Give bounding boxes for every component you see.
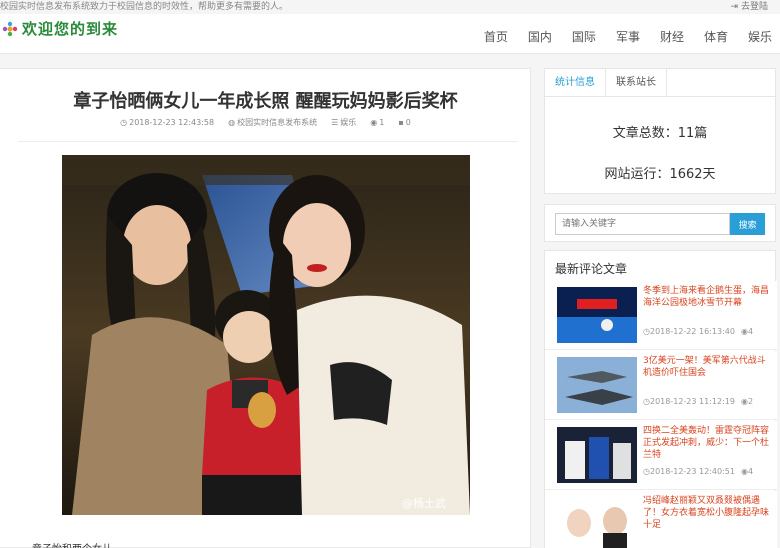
post-date-text: 2018-12-23 11:12:19 — [649, 397, 735, 406]
stats-card: 统计信息 联系站长 文章总数：11篇 网站运行：1662天 — [544, 68, 776, 194]
nav-item-entertainment[interactable]: 娱乐 — [748, 28, 772, 45]
article-views-text: 1 — [379, 118, 385, 127]
meta-divider — [18, 141, 518, 142]
post-date: ◷2018-12-22 16:13:40 — [643, 327, 735, 336]
article-category[interactable]: ☰ 娱乐 — [331, 117, 356, 128]
post-thumbnail[interactable] — [557, 497, 637, 548]
post-views-text: 4 — [747, 467, 754, 476]
list-item[interactable]: 冬季到上海来看企鹅生蛋，海昌海洋公园极地冰雪节开幕 ◷2018-12-22 16… — [545, 281, 777, 350]
search-form: 搜索 — [545, 205, 775, 243]
total-articles: 文章总数：11篇 — [612, 126, 708, 141]
article-source-text: 校园实时信息发布系统 — [237, 118, 318, 127]
post-views: ◉4 — [740, 327, 754, 336]
post-title[interactable]: 冯绍峰赵丽颖又双叒叕被偶遇了！女方衣着宽松小腹隆起孕味十足 — [643, 495, 771, 531]
login-link[interactable]: ⇥ 去登陆 — [730, 0, 768, 14]
list-item[interactable]: 3亿美元一架！美军第六代战斗机造价吓住国会 ◷2018-12-23 11:12:… — [545, 351, 777, 420]
logo-text: 欢迎您的到来 — [22, 20, 119, 38]
article-views: ◉ 1 — [370, 117, 384, 128]
top-bar: 校园实时信息发布系统致力于校园信息的时效性，帮助更多有需要的人。 ⇥ 去登陆 — [0, 0, 780, 14]
header: 欢迎您的到来 首页 国内 国际 军事 财经 体育 娱乐 — [0, 14, 780, 54]
article-source[interactable]: ◍ 校园实时信息发布系统 — [228, 117, 317, 128]
list-item[interactable]: 四换二全美轰动！雷霆夺冠阵容正式发起冲刺，威少：下一个杜兰特 ◷2018-12-… — [545, 421, 777, 490]
tab-contact[interactable]: 联系站长 — [606, 69, 667, 96]
stats-tabs: 统计信息 联系站长 — [545, 69, 775, 97]
post-date-text: 2018-12-22 16:13:40 — [649, 327, 735, 336]
post-date: ◷2018-12-23 11:12:19 — [643, 397, 735, 406]
post-thumbnail[interactable] — [557, 357, 637, 413]
post-views: ◉2 — [740, 397, 754, 406]
nav-item-home[interactable]: 首页 — [484, 28, 508, 45]
article-comments-text: 0 — [405, 118, 411, 127]
post-thumbnail[interactable] — [557, 427, 637, 483]
article-title: 章子怡晒俩女儿一年成长照 醒醒玩妈妈影后奖杯 — [73, 91, 458, 112]
nav-item-domestic[interactable]: 国内 — [528, 28, 552, 45]
article-category-text: 娱乐 — [340, 118, 357, 127]
eye-icon: ◉ — [370, 118, 378, 127]
globe-icon: ◍ — [228, 118, 236, 127]
photo-watermark: @杨士武 — [402, 496, 446, 510]
post-views: ◉4 — [740, 467, 754, 476]
site-logo[interactable]: 欢迎您的到来 — [2, 18, 118, 39]
site-uptime: 网站运行：1662天 — [604, 167, 716, 182]
flower-logo-icon — [2, 21, 18, 36]
nav-item-military[interactable]: 军事 — [616, 28, 640, 45]
article-caption: 章子怡和两个女儿 — [32, 540, 112, 548]
post-title[interactable]: 四换二全美轰动！雷霆夺冠阵容正式发起冲刺，威少：下一个杜兰特 — [643, 425, 771, 461]
post-meta: ◷2018-12-23 11:12:19 ◉2 — [643, 397, 753, 406]
post-views-text: 4 — [747, 327, 754, 336]
tab-stats[interactable]: 统计信息 — [545, 69, 606, 96]
main-nav: 首页 国内 国际 军事 财经 体育 娱乐 — [464, 28, 772, 45]
article-comments[interactable]: ▪ 0 — [398, 117, 411, 128]
nav-item-finance[interactable]: 财经 — [660, 28, 684, 45]
search-card: 搜索 — [544, 204, 776, 242]
article-panel: 章子怡晒俩女儿一年成长照 醒醒玩妈妈影后奖杯 ◷ 2018-12-23 12:43… — [0, 68, 531, 548]
post-title[interactable]: 冬季到上海来看企鹅生蛋，海昌海洋公园极地冰雪节开幕 — [643, 285, 771, 309]
nav-item-sports[interactable]: 体育 — [704, 28, 728, 45]
login-label: 去登陆 — [740, 2, 768, 12]
list-item[interactable]: 冯绍峰赵丽颖又双叒叕被偶遇了！女方衣着宽松小腹隆起孕味十足 — [545, 491, 777, 548]
post-meta: ◷2018-12-22 16:13:40 ◉4 — [643, 327, 753, 336]
post-meta: ◷2018-12-23 12:40:51 ◉4 — [643, 467, 753, 476]
nav-item-international[interactable]: 国际 — [572, 28, 596, 45]
search-input[interactable] — [555, 213, 731, 235]
search-button[interactable]: 搜索 — [730, 213, 765, 235]
post-views-text: 2 — [747, 397, 754, 406]
post-date-text: 2018-12-23 12:40:51 — [649, 467, 735, 476]
clock-icon: ◷ — [120, 118, 128, 127]
article-date: ◷ 2018-12-23 12:43:58 — [120, 117, 214, 128]
comment-icon: ▪ — [398, 118, 404, 127]
list-icon: ☰ — [331, 118, 339, 127]
post-title[interactable]: 3亿美元一架！美军第六代战斗机造价吓住国会 — [643, 355, 771, 379]
site-slogan: 校园实时信息发布系统致力于校园信息的时效性，帮助更多有需要的人。 — [0, 2, 289, 12]
recent-posts-card: 最新评论文章 冬季到上海来看企鹅生蛋，海昌海洋公园极地冰雪节开幕 ◷2018-1… — [544, 250, 777, 548]
article-meta: ◷ 2018-12-23 12:43:58 ◍ 校园实时信息发布系统 ☰ 娱乐 ◉ 1 … — [0, 117, 531, 128]
article-date-text: 2018-12-23 12:43:58 — [129, 118, 215, 127]
post-date: ◷2018-12-23 12:40:51 — [643, 467, 735, 476]
login-icon: ⇥ — [730, 2, 738, 12]
article-photo: @杨士武 — [62, 155, 470, 515]
post-thumbnail[interactable] — [557, 287, 637, 343]
